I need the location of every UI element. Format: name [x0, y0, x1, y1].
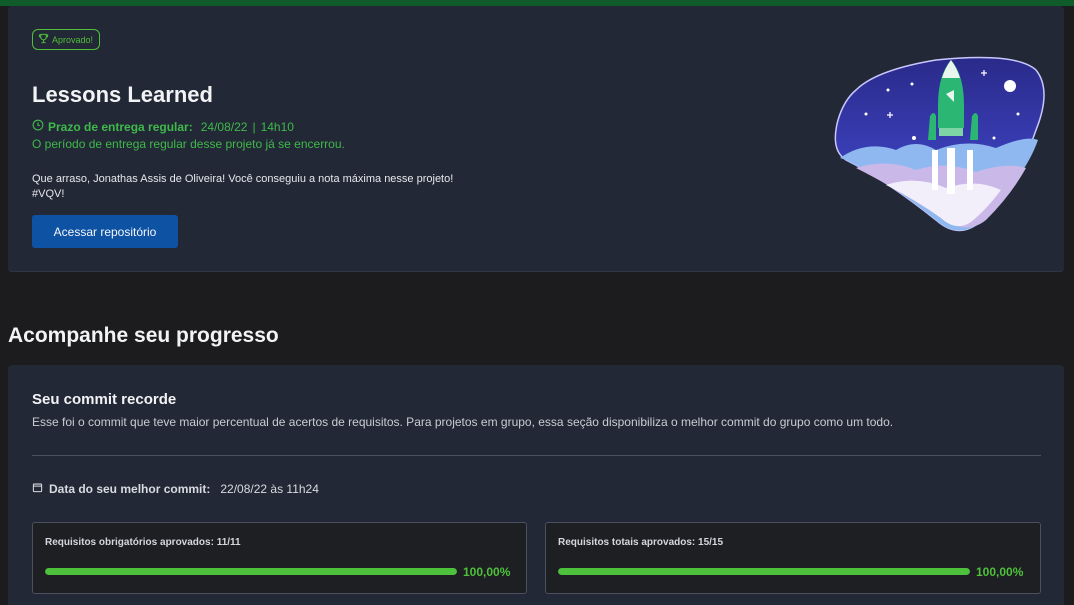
congrats-line: Que arraso, Jonathas Assis de Oliveira! …: [32, 173, 454, 185]
required-requirements-box: Requisitos obrigatórios aprovados: 11/11…: [32, 522, 527, 594]
deadline-separator: |: [252, 119, 256, 134]
congrats-message: Que arraso, Jonathas Assis de Oliveira! …: [32, 172, 453, 202]
progress-card: Seu commit recorde Esse foi o commit que…: [8, 365, 1064, 605]
trophy-icon: [38, 33, 49, 46]
total-progress-fill: [558, 568, 970, 575]
deadline-date: 24/08/22: [200, 119, 248, 134]
deadline-closed-message: O período de entrega regular desse proje…: [32, 137, 345, 151]
divider: [32, 455, 1041, 456]
best-commit-date-row: Data do seu melhor commit: 22/08/22 às 1…: [32, 482, 319, 496]
deadline-time: 14h10: [260, 119, 294, 134]
required-requirements-label: Requisitos obrigatórios aprovados: 11/11: [45, 537, 241, 548]
project-title: Lessons Learned: [32, 82, 213, 107]
best-commit-value: 22/08/22 às 11h24: [220, 482, 319, 496]
progress-section-title: Acompanhe seu progresso: [8, 324, 279, 347]
congrats-hashtag: #VQV!: [32, 188, 65, 200]
total-progress-track: [558, 568, 970, 575]
total-requirements-box: Requisitos totais aprovados: 15/15 100,0…: [545, 522, 1041, 594]
required-progress-fill: [45, 568, 457, 575]
approved-badge: Aprovado!: [32, 29, 101, 50]
access-repository-button[interactable]: Acessar repositório: [32, 215, 178, 248]
deadline-label: Prazo de entrega regular:: [48, 119, 193, 134]
commit-record-description: Esse foi o commit que teve maior percent…: [32, 415, 894, 429]
clock-icon: [32, 119, 44, 134]
total-progress-percent: 100,00%: [976, 565, 1024, 579]
total-requirements-label: Requisitos totais aprovados: 15/15: [558, 537, 724, 548]
rocket-illustration: [834, 56, 1045, 232]
required-progress-track: [45, 568, 457, 575]
required-progress-percent: 100,00%: [463, 565, 511, 579]
calendar-icon: [32, 482, 43, 496]
commit-record-title: Seu commit recorde: [32, 391, 177, 408]
project-card: Aprovado! Lessons Learned Prazo de entre…: [8, 6, 1064, 272]
deadline-row: Prazo de entrega regular: 24/08/22 | 14h…: [32, 119, 294, 134]
badge-label: Aprovado!: [52, 34, 94, 45]
best-commit-label: Data do seu melhor commit:: [49, 482, 211, 496]
